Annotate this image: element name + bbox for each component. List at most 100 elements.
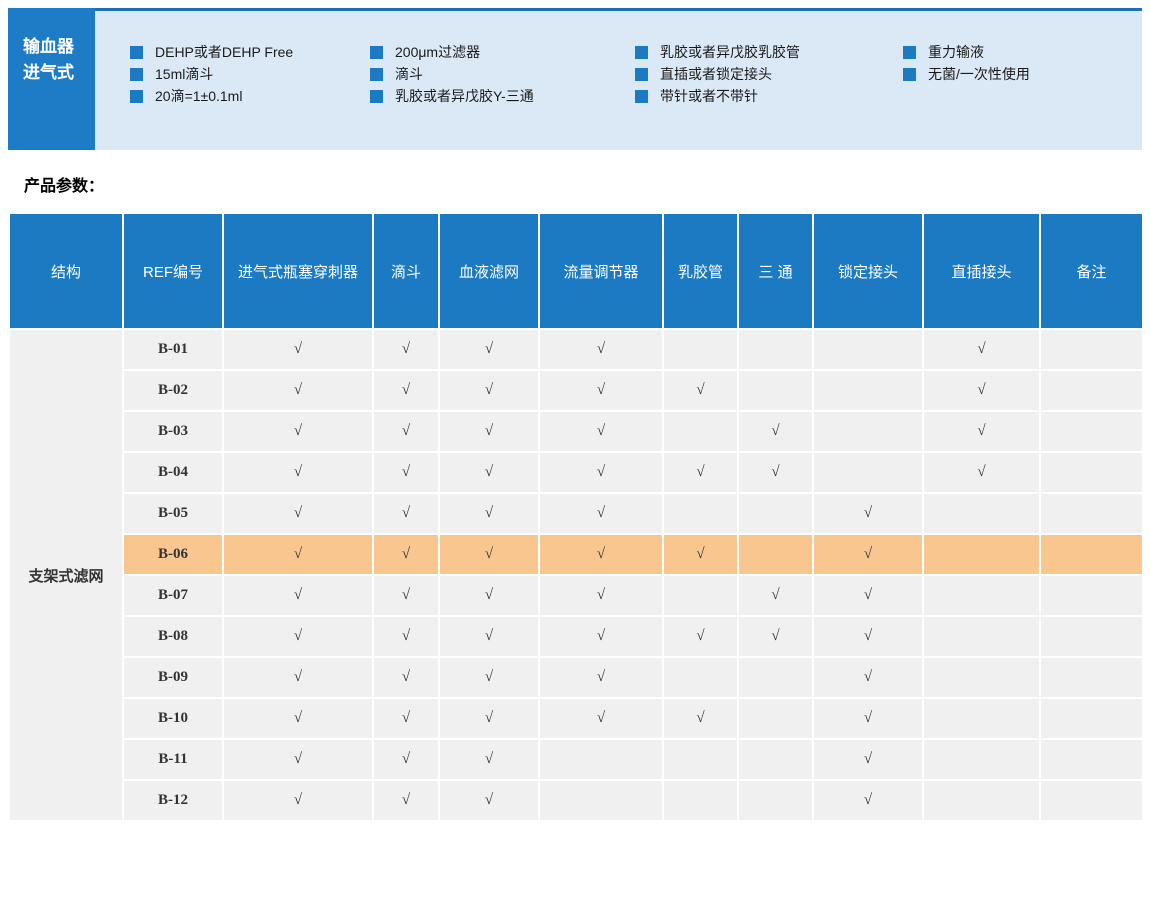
- checkmark-cell: √: [222, 615, 374, 658]
- table-header-row: 结构 REF编号 进气式瓶塞穿刺器 滴斗 血液滤网 流量调节器 乳胶管 三 通 …: [8, 212, 1144, 330]
- remark-cell: [1039, 697, 1144, 740]
- feature-item-label: 带针或者不带针: [660, 88, 758, 104]
- section-label-product-parameters: 产品参数：: [24, 178, 105, 195]
- ref-cell: B-10: [122, 697, 224, 740]
- empty-cell: [737, 656, 814, 699]
- checkmark-cell: √: [438, 533, 540, 576]
- column-header-ref: REF编号: [122, 212, 224, 330]
- feature-item: 200μm过滤器: [370, 41, 534, 63]
- table-row[interactable]: B-10 √ √ √ √ √ √: [9, 697, 1144, 740]
- feature-item: DEHP或者DEHP Free: [130, 41, 293, 63]
- empty-cell: [812, 369, 924, 412]
- checkmark-cell: √: [737, 574, 814, 617]
- checkmark-cell: √: [372, 615, 440, 658]
- ref-cell: B-05: [122, 492, 224, 535]
- ref-cell: B-02: [122, 369, 224, 412]
- checkmark-cell: √: [812, 697, 924, 740]
- checkmark-cell: √: [538, 615, 664, 658]
- table-row[interactable]: B-12 √ √ √ √: [9, 779, 1144, 822]
- empty-cell: [737, 369, 814, 412]
- remark-cell: [1039, 369, 1144, 412]
- checkmark-cell: √: [662, 697, 739, 740]
- checkmark-cell: √: [812, 656, 924, 699]
- checkmark-cell: √: [222, 779, 374, 822]
- checkmark-cell: √: [222, 574, 374, 617]
- checkmark-cell: √: [538, 533, 664, 576]
- checkmark-cell: √: [812, 574, 924, 617]
- table-row[interactable]: B-02 √ √ √ √ √ √: [9, 369, 1144, 412]
- column-header-structure: 结构: [8, 212, 124, 330]
- column-header-latex-tube: 乳胶管: [662, 212, 739, 330]
- empty-cell: [662, 738, 739, 781]
- checkmark-cell: √: [222, 697, 374, 740]
- checkmark-cell: √: [372, 779, 440, 822]
- table-row[interactable]: B-04 √ √ √ √ √ √ √: [9, 451, 1144, 494]
- feature-column-2: 200μm过滤器 滴斗乳胶或者异戊胶Y-三通: [370, 41, 534, 107]
- ref-cell: B-08: [122, 615, 224, 658]
- table-row[interactable]: B-06 √ √ √ √ √ √: [9, 533, 1144, 576]
- checkmark-cell: √: [372, 574, 440, 617]
- remark-cell: [1039, 492, 1144, 535]
- feature-item: 乳胶或者异戊胶乳胶管: [635, 41, 800, 63]
- checkmark-cell: √: [372, 738, 440, 781]
- checkmark-cell: √: [922, 369, 1041, 412]
- checkmark-cell: √: [222, 738, 374, 781]
- checkmark-cell: √: [372, 451, 440, 494]
- ref-cell: B-01: [122, 328, 224, 371]
- feature-item-label: 无菌/一次性使用: [928, 66, 1030, 82]
- table-row[interactable]: B-05 √ √ √ √ √: [9, 492, 1144, 535]
- table-row[interactable]: B-09 √ √ √ √ √: [9, 656, 1144, 699]
- empty-cell: [922, 533, 1041, 576]
- feature-item: 带针或者不带针: [635, 85, 800, 107]
- structure-merged-cell: 支架式滤网: [8, 328, 124, 822]
- checkmark-cell: √: [538, 328, 664, 371]
- checkmark-cell: √: [438, 574, 540, 617]
- square-bullet-icon: [635, 67, 648, 81]
- feature-item-label: 重力输液: [928, 44, 984, 60]
- ref-cell: B-09: [122, 656, 224, 699]
- table-row[interactable]: B-11 √ √ √ √: [9, 738, 1144, 781]
- empty-cell: [662, 779, 739, 822]
- checkmark-cell: √: [222, 451, 374, 494]
- empty-cell: [812, 451, 924, 494]
- checkmark-cell: √: [662, 615, 739, 658]
- column-header-drip-chamber: 滴斗: [372, 212, 440, 330]
- remark-cell: [1039, 574, 1144, 617]
- checkmark-cell: √: [922, 328, 1041, 371]
- checkmark-cell: √: [372, 328, 440, 371]
- checkmark-cell: √: [662, 533, 739, 576]
- product-title-line-2: 进气式: [23, 63, 74, 82]
- empty-cell: [662, 574, 739, 617]
- feature-column-4: 重力输液无菌/一次性使用: [903, 41, 1030, 85]
- feature-item-label: 200μm过滤器: [395, 44, 481, 60]
- checkmark-cell: √: [438, 738, 540, 781]
- empty-cell: [812, 410, 924, 453]
- feature-item: 重力输液: [903, 41, 1030, 63]
- checkmark-cell: √: [737, 451, 814, 494]
- checkmark-cell: √: [812, 533, 924, 576]
- checkmark-cell: √: [662, 451, 739, 494]
- checkmark-cell: √: [372, 410, 440, 453]
- checkmark-cell: √: [538, 574, 664, 617]
- checkmark-cell: √: [372, 533, 440, 576]
- ref-cell: B-07: [122, 574, 224, 617]
- feature-item-label: 直插或者锁定接头: [660, 66, 772, 82]
- table-row[interactable]: B-07 √ √ √ √ √ √: [9, 574, 1144, 617]
- checkmark-cell: √: [372, 656, 440, 699]
- checkmark-cell: √: [538, 451, 664, 494]
- feature-item: 20滴=1±0.1ml: [130, 85, 293, 107]
- table-row[interactable]: B-08 √ √ √ √ √ √ √: [9, 615, 1144, 658]
- product-parameters-table: 结构 REF编号 进气式瓶塞穿刺器 滴斗 血液滤网 流量调节器 乳胶管 三 通 …: [8, 212, 1144, 822]
- feature-item: 滴斗: [370, 63, 534, 85]
- table-row[interactable]: 支架式滤网 B-01 √ √ √ √ √: [8, 328, 1144, 822]
- checkmark-cell: √: [438, 451, 540, 494]
- empty-cell: [922, 656, 1041, 699]
- feature-column-1: DEHP或者DEHP Free 15ml滴斗 20滴=1±0.1ml: [130, 41, 293, 107]
- empty-cell: [922, 697, 1041, 740]
- empty-cell: [812, 328, 924, 371]
- feature-item-label: 15ml滴斗: [155, 66, 214, 82]
- feature-item-label: 滴斗: [395, 66, 423, 82]
- checkmark-cell: √: [372, 492, 440, 535]
- feature-item: 乳胶或者异戊胶Y-三通: [370, 85, 534, 107]
- table-row[interactable]: B-03 √ √ √ √ √ √: [9, 410, 1144, 453]
